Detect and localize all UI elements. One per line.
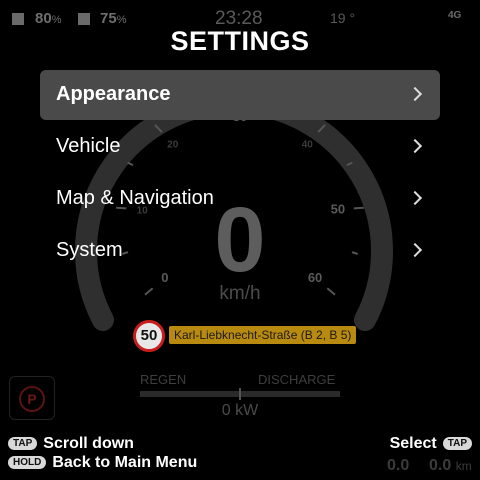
settings-title: SETTINGS <box>170 26 310 56</box>
chevron-right-icon <box>407 86 423 102</box>
power-bar <box>140 388 340 400</box>
hint-scroll-down: TAP Scroll down <box>8 435 134 453</box>
hint-select-label: Select <box>389 435 437 452</box>
power-bar-center <box>239 388 241 400</box>
menu-item-system[interactable]: System <box>40 226 440 276</box>
chevron-right-icon <box>407 138 423 154</box>
hint-back: HOLD Back to Main Menu <box>8 454 197 472</box>
regen-label: REGEN <box>140 372 187 387</box>
hint-scroll-label: Scroll down <box>43 435 134 452</box>
chevron-right-icon <box>407 190 423 206</box>
settings-menu: Appearance Vehicle Map & Navigation Syst… <box>40 70 440 278</box>
tap-badge: TAP <box>8 437 38 451</box>
menu-item-vehicle[interactable]: Vehicle <box>40 122 440 172</box>
speed-limit-sign: 50 <box>133 320 165 352</box>
hint-select: Select TAP <box>390 435 472 453</box>
trip-value-2: 0.0 km <box>429 457 472 474</box>
menu-item-appearance[interactable]: Appearance <box>40 70 440 120</box>
menu-item-label: Vehicle <box>56 135 121 157</box>
tap-badge: TAP <box>442 437 472 451</box>
hint-back-label: Back to Main Menu <box>52 454 198 471</box>
hold-badge: HOLD <box>8 456 47 470</box>
menu-item-label: Map & Navigation <box>56 187 214 209</box>
menu-item-label: Appearance <box>56 83 171 105</box>
parking-brake-icon: P <box>19 386 45 412</box>
power-readout: 0 kW <box>221 402 259 419</box>
menu-item-map-navigation[interactable]: Map & Navigation <box>40 174 440 224</box>
menu-item-label: System <box>56 239 123 261</box>
street-name: Karl-Liebknecht-Straße (B 2, B 5) <box>169 326 357 344</box>
discharge-label: DISCHARGE <box>258 372 336 387</box>
chevron-right-icon <box>407 242 423 258</box>
speed-unit: km/h <box>219 283 261 304</box>
parking-brake-indicator: P <box>9 376 55 420</box>
trip-value-1: 0.0 <box>387 457 410 474</box>
